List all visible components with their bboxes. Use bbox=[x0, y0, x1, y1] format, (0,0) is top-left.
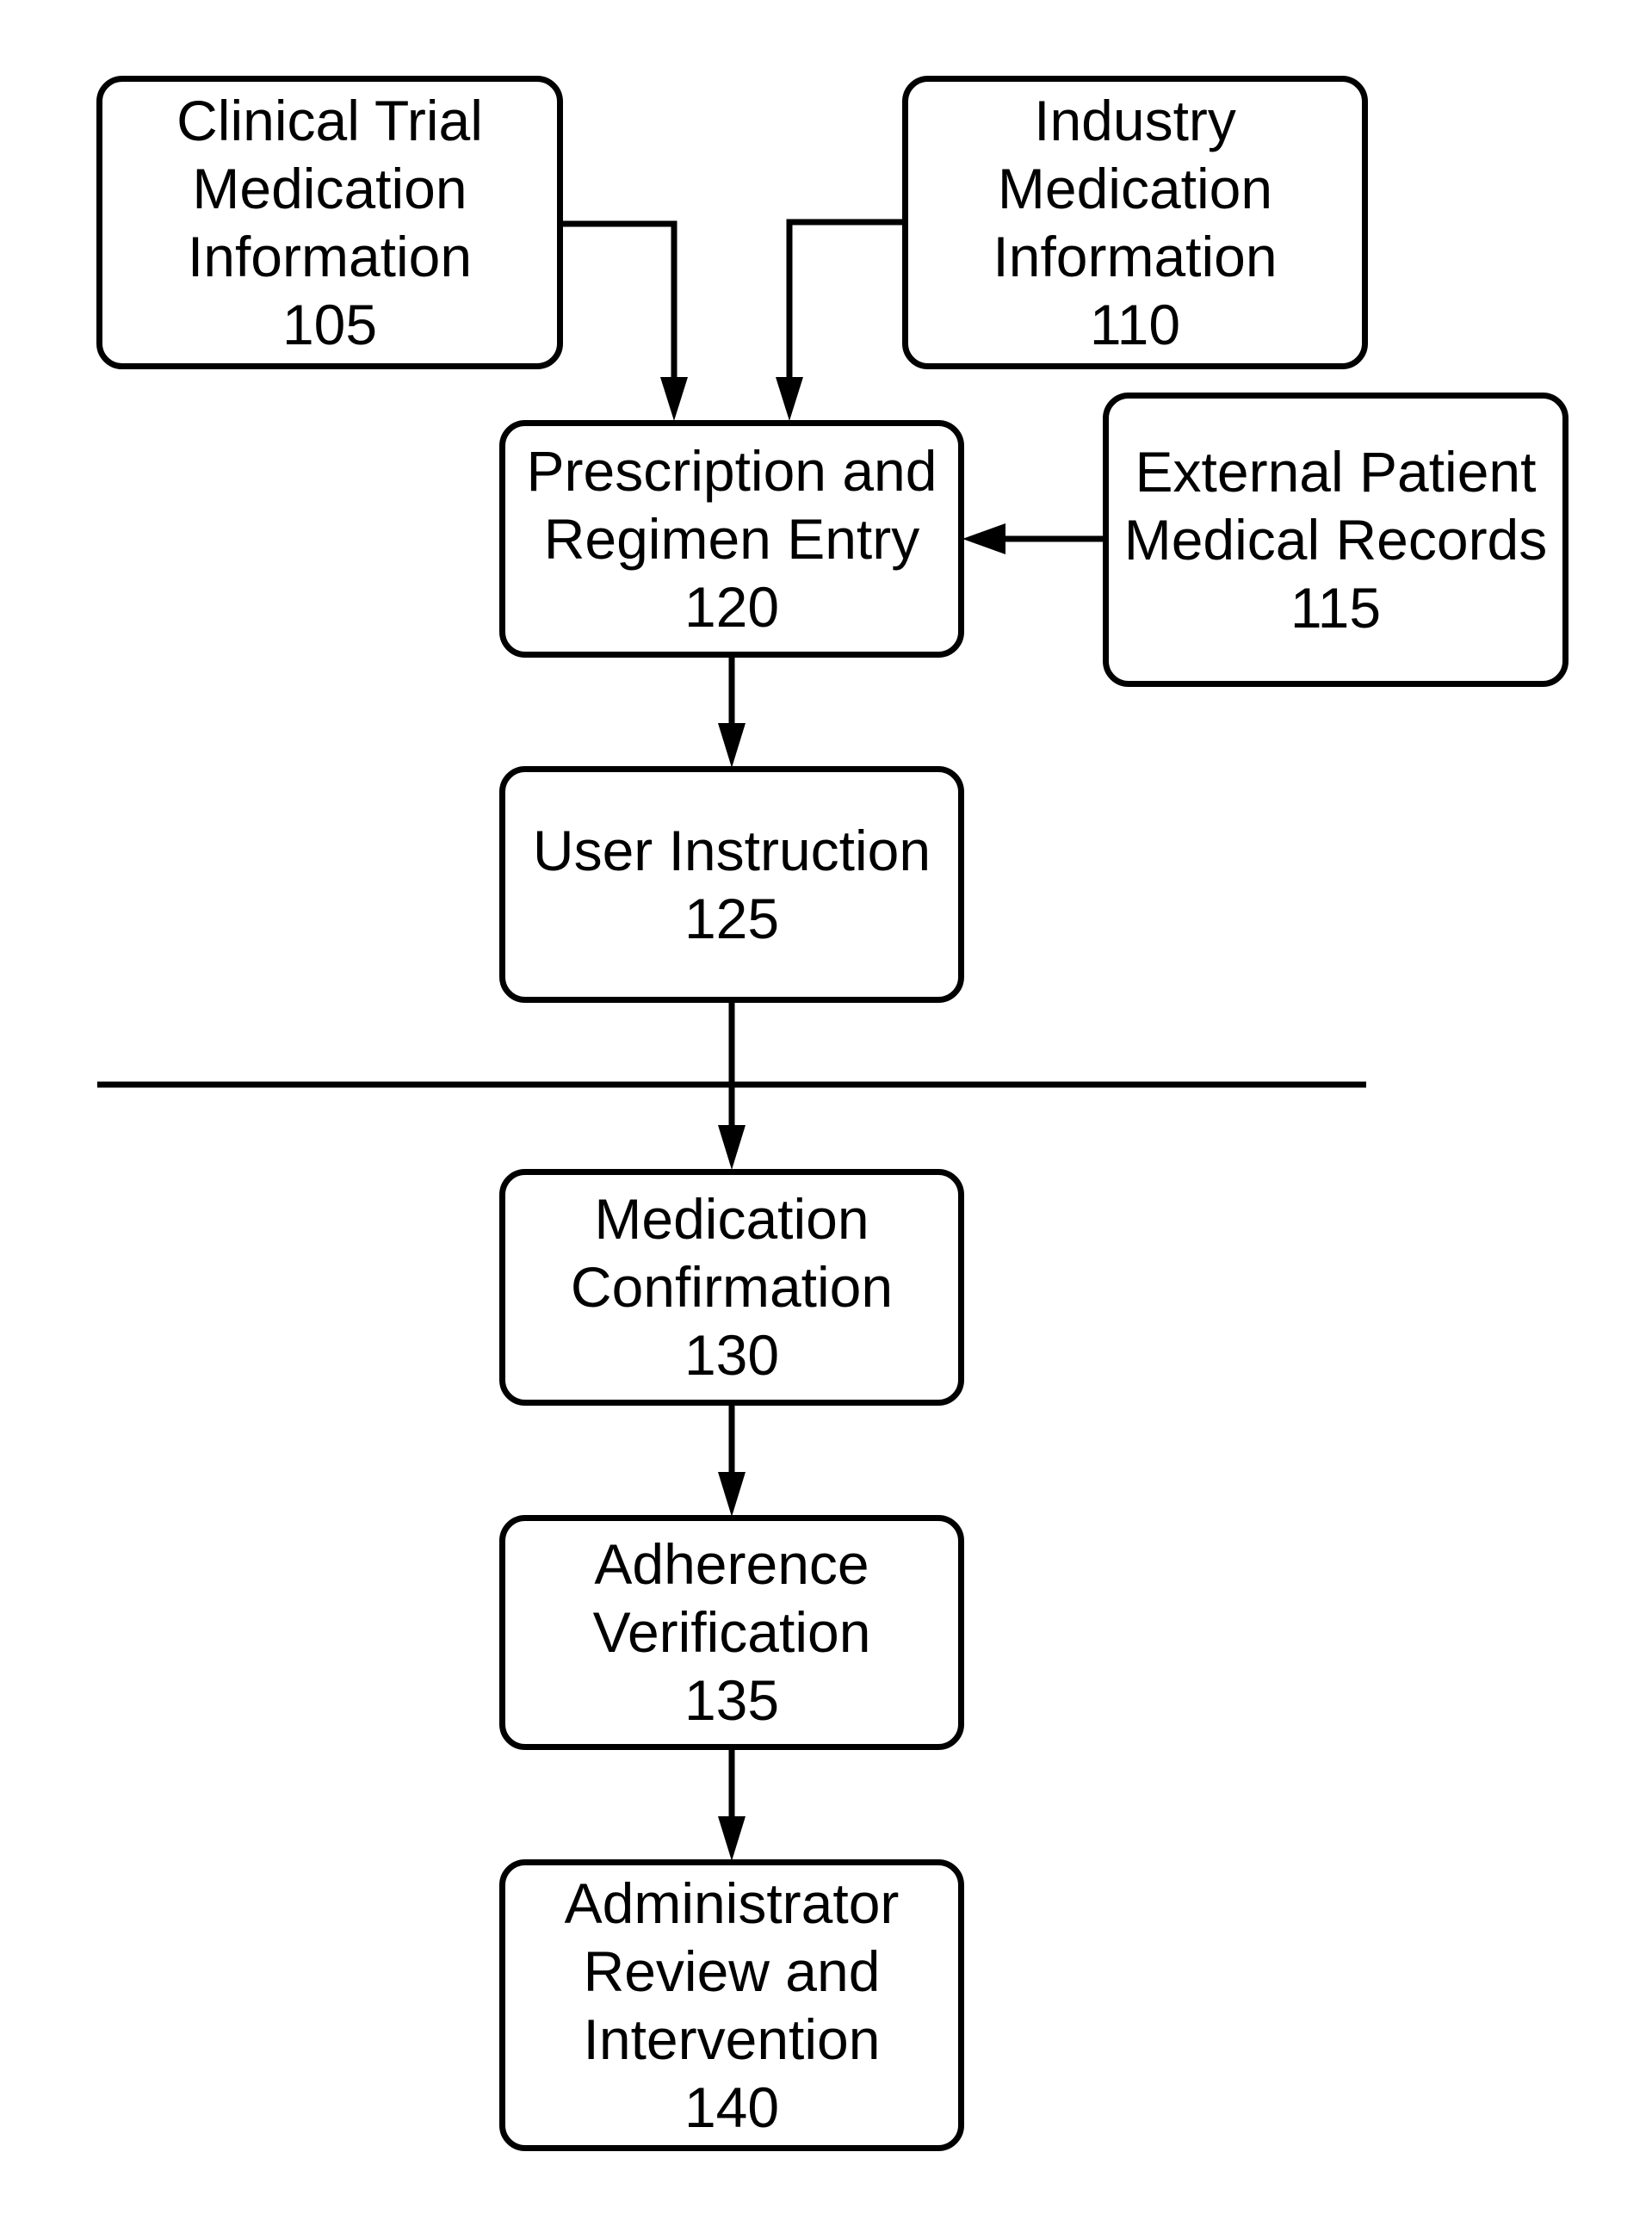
node-label-line: Adherence bbox=[594, 1532, 869, 1596]
node-label-line: Information bbox=[187, 224, 473, 288]
arrowhead-105-to-120 bbox=[660, 377, 688, 421]
node-label-line: Prescription and bbox=[526, 438, 937, 503]
node-label-line: Review and bbox=[583, 1939, 881, 2003]
node-reference-number: 105 bbox=[282, 292, 378, 356]
node-label-line: Verification bbox=[592, 1600, 871, 1664]
node-adherence-verification: Adherence Verification 135 bbox=[499, 1515, 964, 1750]
node-clinical-trial-medication-information: Clinical Trial Medication Information 10… bbox=[96, 76, 563, 369]
flowchart-canvas: Clinical Trial Medication Information 10… bbox=[0, 0, 1652, 2220]
node-reference-number: 130 bbox=[684, 1323, 780, 1387]
arrowhead-125-to-130 bbox=[718, 1125, 746, 1170]
node-external-patient-medical-records: External Patient Medical Records 115 bbox=[1103, 393, 1568, 687]
arrowhead-110-to-120 bbox=[776, 377, 803, 421]
node-reference-number: 110 bbox=[1089, 292, 1181, 356]
node-label-line: Clinical Trial bbox=[176, 88, 483, 152]
edge-105-to-120 bbox=[560, 220, 678, 383]
node-label-line: Medication bbox=[594, 1187, 869, 1251]
node-reference-number: 115 bbox=[1290, 575, 1382, 640]
node-label-line: Regimen Entry bbox=[543, 506, 920, 571]
node-administrator-review-and-intervention: Administrator Review and Intervention 14… bbox=[499, 1859, 964, 2151]
node-user-instruction: User Instruction 125 bbox=[499, 766, 964, 1003]
node-label-line: Medication bbox=[192, 156, 467, 220]
node-reference-number: 140 bbox=[684, 2075, 780, 2139]
node-label-line: User Instruction bbox=[532, 818, 931, 882]
node-label-line: External Patient bbox=[1135, 439, 1537, 504]
node-reference-number: 120 bbox=[684, 574, 780, 639]
node-label-line: Medication bbox=[997, 156, 1273, 220]
node-prescription-and-regimen-entry: Prescription and Regimen Entry 120 bbox=[499, 420, 964, 658]
node-label-line: Intervention bbox=[583, 2007, 881, 2071]
node-label-line: Medical Records bbox=[1123, 507, 1548, 572]
edge-110-to-120 bbox=[786, 219, 905, 383]
node-label-line: Industry bbox=[1034, 88, 1236, 152]
node-reference-number: 135 bbox=[684, 1668, 780, 1732]
arrowhead-130-to-135 bbox=[718, 1472, 746, 1517]
node-label-line: Administrator bbox=[564, 1871, 900, 1935]
node-reference-number: 125 bbox=[684, 886, 780, 950]
node-medication-confirmation: Medication Confirmation 130 bbox=[499, 1169, 964, 1406]
arrowhead-135-to-140 bbox=[718, 1816, 746, 1861]
node-label-line: Confirmation bbox=[570, 1255, 894, 1319]
node-industry-medication-information: Industry Medication Information 110 bbox=[902, 76, 1368, 369]
node-label-line: Information bbox=[993, 224, 1278, 288]
arrowhead-115-to-120 bbox=[962, 523, 1005, 554]
arrowhead-120-to-125 bbox=[718, 723, 746, 768]
